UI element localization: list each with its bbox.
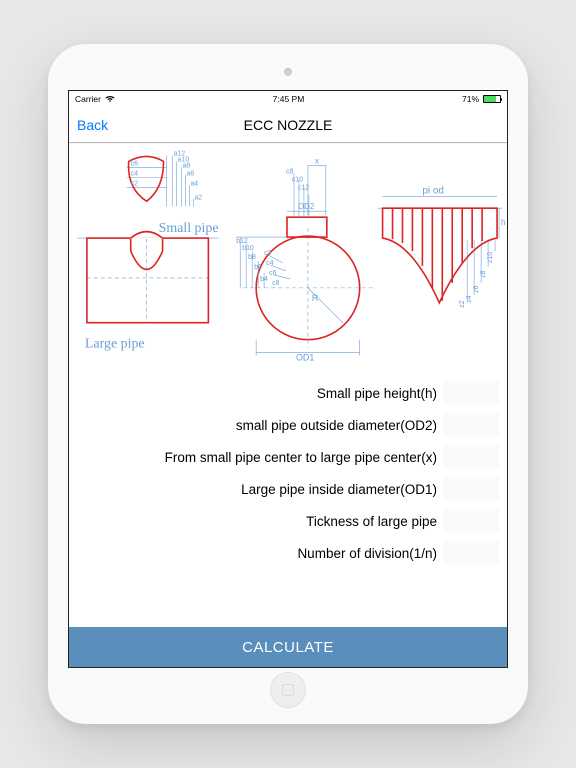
svg-text:c8: c8 <box>272 280 279 287</box>
battery-pct: 71% <box>462 94 479 104</box>
svg-text:z2: z2 <box>459 300 466 307</box>
status-time: 7:45 PM <box>273 94 305 104</box>
svg-text:b12: b12 <box>236 238 248 245</box>
svg-text:a4: a4 <box>190 180 198 187</box>
svg-text:z4: z4 <box>466 295 473 302</box>
svg-text:z10: z10 <box>487 252 494 263</box>
svg-text:a8: a8 <box>182 162 190 169</box>
nav-bar: Back ECC NOZZLE <box>69 107 507 143</box>
svg-text:OD1: OD1 <box>296 353 314 363</box>
svg-text:a6: a6 <box>186 170 194 177</box>
label-small-pipe-height: Small pipe height(h) <box>81 386 443 401</box>
pipe-diagram: Small pipe Large pipe a12 a10 a8 a6 a4 a… <box>69 143 507 373</box>
input-thickness[interactable] <box>443 509 499 533</box>
home-icon <box>282 684 294 696</box>
label-large-pipe-id: Large pipe inside diameter(OD1) <box>81 482 443 497</box>
back-button[interactable]: Back <box>77 117 108 133</box>
page-title: ECC NOZZLE <box>244 117 333 133</box>
svg-text:x: x <box>315 156 319 165</box>
svg-text:c6: c6 <box>269 270 276 277</box>
svg-text:b10: b10 <box>242 245 254 252</box>
svg-text:c6: c6 <box>131 160 138 167</box>
input-center-offset[interactable] <box>443 445 499 469</box>
svg-text:c12: c12 <box>298 184 309 191</box>
svg-text:b8: b8 <box>248 254 256 261</box>
svg-text:c4: c4 <box>266 260 273 267</box>
calculate-button[interactable]: CALCULATE <box>69 627 507 667</box>
svg-text:c4: c4 <box>131 170 138 177</box>
label-divisions: Number of division(1/n) <box>81 546 443 561</box>
svg-text:c10: c10 <box>292 176 303 183</box>
wifi-icon <box>105 96 115 103</box>
input-form: Small pipe height(h) small pipe outside … <box>69 373 507 623</box>
svg-text:OD2: OD2 <box>298 202 315 211</box>
svg-text:h: h <box>501 218 505 227</box>
svg-text:pi od: pi od <box>422 185 444 196</box>
input-small-pipe-od[interactable] <box>443 413 499 437</box>
input-divisions[interactable] <box>443 541 499 565</box>
battery-icon <box>483 95 501 103</box>
input-large-pipe-id[interactable] <box>443 477 499 501</box>
svg-text:R: R <box>312 293 319 303</box>
svg-text:c2: c2 <box>264 250 271 257</box>
diagram-label-small-pipe: Small pipe <box>159 221 219 236</box>
svg-text:z6: z6 <box>473 285 480 292</box>
carrier-label: Carrier <box>75 94 101 104</box>
label-small-pipe-od: small pipe outside diameter(OD2) <box>81 418 443 433</box>
svg-text:b4: b4 <box>260 276 268 283</box>
label-thickness: Tickness of large pipe <box>81 514 443 529</box>
status-bar: Carrier 7:45 PM 71% <box>69 91 507 107</box>
device-home-button[interactable] <box>270 672 306 708</box>
svg-text:b6: b6 <box>254 264 262 271</box>
svg-text:z8: z8 <box>480 270 487 277</box>
svg-text:c8: c8 <box>286 168 293 175</box>
device-camera <box>284 68 292 76</box>
label-center-offset: From small pipe center to large pipe cen… <box>81 450 443 465</box>
diagram-label-large-pipe: Large pipe <box>85 337 145 352</box>
svg-text:c2: c2 <box>131 180 138 187</box>
input-small-pipe-height[interactable] <box>443 381 499 405</box>
svg-text:a2: a2 <box>194 194 202 201</box>
